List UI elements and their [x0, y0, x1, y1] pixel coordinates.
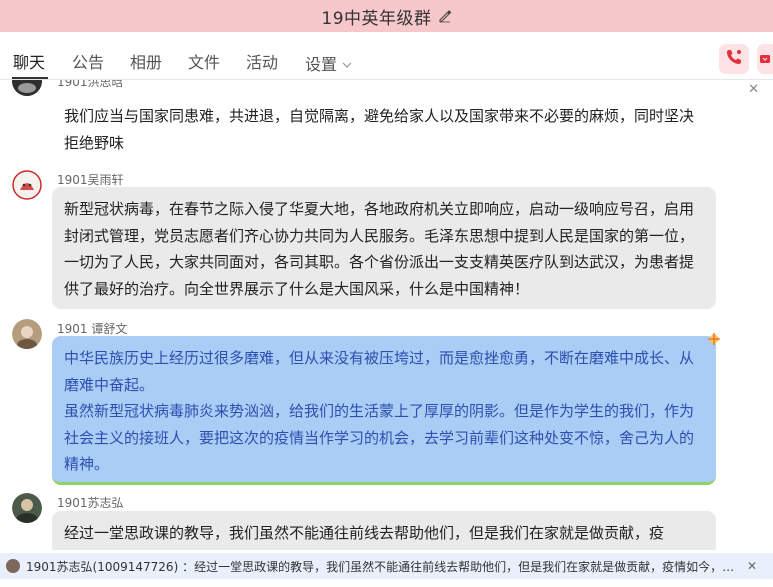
tab-activity[interactable]: 活动: [246, 32, 278, 79]
message-bubble[interactable]: 经过一堂思政课的教导，我们虽然不能通往前线去帮助他们，但是我们在家就是做贡献，疫: [52, 511, 716, 550]
avatar[interactable]: [12, 319, 42, 349]
sender-name: 1901洪思晗: [57, 80, 124, 89]
message-bubble[interactable]: 我们应当与国家同患难，共进退，自觉隔离，避免给家人以及国家带来不必要的麻烦，同时…: [52, 94, 716, 158]
avatar[interactable]: [12, 170, 42, 200]
tab-announcement[interactable]: 公告: [72, 32, 104, 79]
message-text: 经过一堂思政课的教导，我们虽然不能通往前线去帮助他们，但是我们在家就是做贡献，疫: [64, 524, 665, 542]
message-bubble[interactable]: 中华民族历史上经历过很多磨难，但从来没有被压垮过，而是愈挫愈勇，不断在磨难中成长…: [52, 336, 716, 485]
tab-files[interactable]: 文件: [188, 32, 220, 79]
video-call-button[interactable]: [757, 44, 773, 74]
sender-name: 1901吴雨轩: [57, 173, 124, 187]
sender-name: 1901苏志弘: [57, 496, 124, 510]
active-tab-indicator: [12, 77, 48, 79]
tab-settings-label: 设置: [305, 55, 338, 74]
pencil-icon[interactable]: [438, 9, 452, 23]
message-text: 中华民族历史上经历过很多磨难，但从来没有被压垮过，而是愈挫愈勇，不断在磨难中成长…: [64, 349, 695, 394]
chat-area[interactable]: ✕ 1901洪思晗 我们应当与国家同患难，共进退，自觉隔离，避免给家人以及国家带…: [0, 80, 773, 550]
sender-name: 1901 谭舒文: [57, 322, 128, 336]
tab-chat[interactable]: 聊天: [13, 32, 45, 79]
kite-decoration-icon: [706, 332, 722, 352]
message-bubble[interactable]: 新型冠状病毒，在春节之际入侵了华夏大地，各地政府机关立即响应，启动一级响应号召，…: [52, 187, 716, 309]
phone-icon: [725, 48, 743, 70]
message-text: 虽然新型冠状病毒肺炎来势汹汹，给我们的生活蒙上了厚厚的阴影。但是作为学生的我们，…: [64, 402, 695, 473]
message-text: 新型冠状病毒，在春节之际入侵了华夏大地，各地政府机关立即响应，启动一级响应号召，…: [64, 200, 695, 298]
group-title[interactable]: 19中英年级群: [321, 4, 431, 29]
voice-call-button[interactable]: [719, 44, 749, 74]
avatar[interactable]: [12, 493, 42, 523]
avatar[interactable]: [12, 80, 42, 96]
tab-settings[interactable]: 设置: [305, 32, 352, 79]
message-text: 我们应当与国家同患难，共进退，自觉隔离，避免给家人以及国家带来不必要的麻烦，同时…: [64, 107, 695, 152]
notification-text: 1901苏志弘(1009147726) ：经过一堂思政课的教导，我们虽然不能通往…: [26, 559, 741, 574]
video-call-icon: [759, 50, 771, 69]
close-icon[interactable]: ✕: [748, 82, 759, 97]
tab-album[interactable]: 相册: [130, 32, 162, 79]
title-bar: 19中英年级群: [0, 0, 773, 32]
avatar: [6, 559, 20, 573]
new-message-notification[interactable]: 1901苏志弘(1009147726) ：经过一堂思政课的教导，我们虽然不能通往…: [0, 553, 773, 579]
close-icon[interactable]: ✕: [747, 559, 757, 573]
tab-bar: 聊天 公告 相册 文件 活动 设置: [0, 32, 773, 80]
